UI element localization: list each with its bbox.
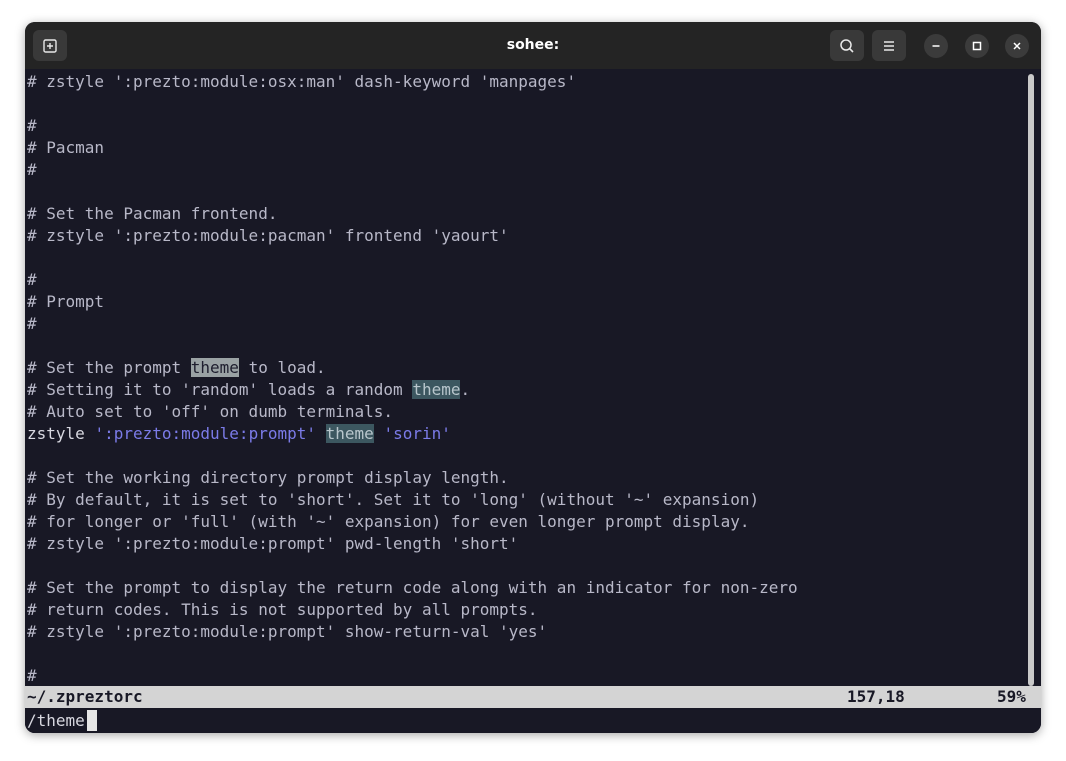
search-command: /theme (27, 711, 85, 730)
vim-editor[interactable]: # zstyle ':prezto:module:osx:man' dash-k… (25, 69, 1041, 733)
code-line: # (27, 270, 37, 289)
search-match: theme (325, 424, 374, 443)
close-button[interactable] (1005, 34, 1029, 58)
code-text: # Setting it to 'random' loads a random (27, 380, 413, 399)
hamburger-menu-icon (884, 40, 894, 51)
code-line: # Set the prompt to display the return c… (27, 578, 798, 597)
code-line: # (27, 314, 37, 333)
status-scroll-percent: 59% (997, 687, 1026, 706)
titlebar: sohee: (25, 22, 1041, 69)
code-line: # By default, it is set to 'short'. Set … (27, 490, 760, 509)
code-string: 'sorin' (383, 424, 451, 443)
minimize-icon (932, 45, 940, 47)
code-line: # (27, 666, 37, 685)
code-line: # Set the prompt theme to load. (27, 357, 326, 379)
new-tab-icon (43, 38, 57, 53)
code-text: # Set the prompt (27, 358, 191, 377)
code-line: # Auto set to 'off' on dumb terminals. (27, 402, 394, 421)
code-line: # zstyle ':prezto:module:prompt' show-re… (27, 622, 548, 641)
code-line: # Set the Pacman frontend. (27, 204, 278, 223)
code-line: # zstyle ':prezto:module:prompt' pwd-len… (27, 534, 519, 553)
new-tab-button[interactable] (33, 30, 67, 61)
scrollbar[interactable] (1028, 74, 1034, 686)
code-line: # Setting it to 'random' loads a random … (27, 379, 470, 401)
status-filename: ~/.zpreztorc (27, 687, 143, 706)
code-line: # zstyle ':prezto:module:osx:man' dash-k… (27, 72, 577, 91)
status-cursor-position: 157,18 (847, 687, 905, 706)
code-string: ':prezto:module:prompt' (94, 424, 316, 443)
maximize-button[interactable] (965, 34, 989, 58)
code-line: # (27, 160, 37, 179)
code-text: . (460, 380, 471, 399)
minimize-button[interactable] (924, 34, 948, 58)
terminal-window: sohee: # zstyle ':prezto:module:osx:man'… (25, 22, 1041, 733)
vim-statusline: ~/.zpreztorc 157,18 59% (25, 686, 1041, 708)
code-line: # (27, 116, 37, 135)
close-icon (1013, 42, 1021, 50)
text-cursor (87, 710, 97, 731)
code-line: # return codes. This is not supported by… (27, 600, 538, 619)
search-icon (840, 38, 854, 53)
code-line: zstyle ':prezto:module:prompt' theme 'so… (27, 423, 451, 445)
code-line: # for longer or 'full' (with '~' expansi… (27, 512, 750, 531)
code-line: # Prompt (27, 292, 105, 311)
code-line: # zstyle ':prezto:module:pacman' fronten… (27, 226, 509, 245)
search-match: theme (412, 380, 461, 399)
menu-button[interactable] (872, 30, 906, 61)
vim-command-line[interactable]: /theme (25, 708, 1041, 733)
current-search-match: theme (190, 358, 239, 377)
search-button[interactable] (830, 30, 864, 61)
code-line: # Set the working directory prompt displ… (27, 468, 509, 487)
code-text: to load. (238, 358, 326, 377)
maximize-icon (972, 41, 982, 51)
code-command: zstyle (27, 424, 95, 443)
code-line: # Pacman (27, 138, 105, 157)
